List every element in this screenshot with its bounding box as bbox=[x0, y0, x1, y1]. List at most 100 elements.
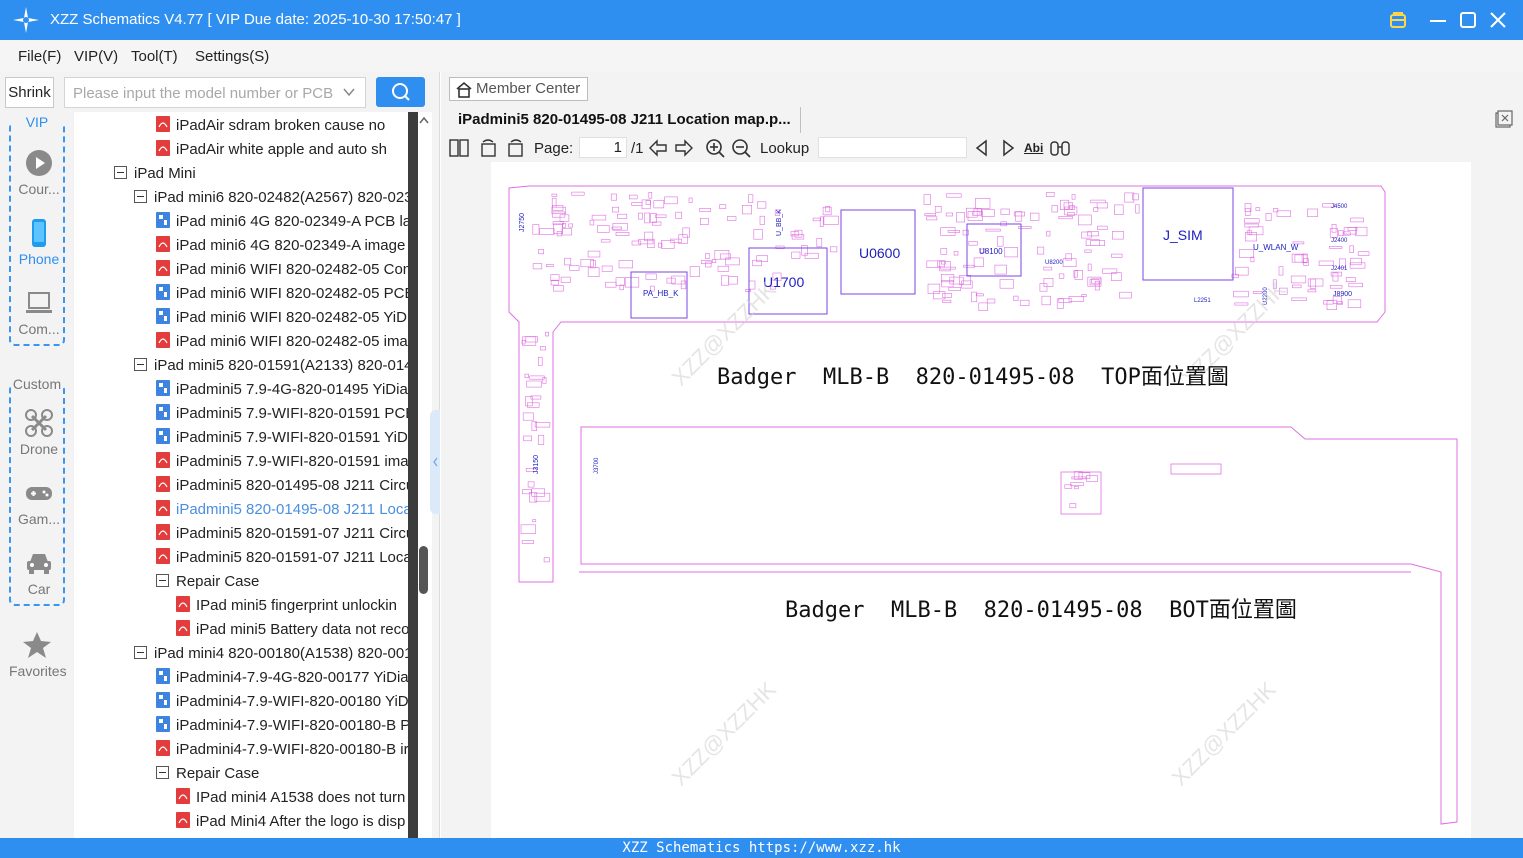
close-tab-icon[interactable] bbox=[1495, 110, 1513, 128]
tree-file-item[interactable]: iPadAir white apple and auto sh bbox=[156, 138, 387, 162]
category-phone[interactable]: Phone bbox=[11, 218, 67, 267]
category-favorites[interactable]: Favorites bbox=[9, 630, 67, 679]
search-box[interactable] bbox=[64, 77, 366, 108]
tree-file-item[interactable]: iPad mini5 Battery data not reco bbox=[176, 618, 408, 642]
scroll-thumb[interactable] bbox=[419, 546, 428, 594]
lookup-input[interactable] bbox=[818, 137, 967, 158]
tree-file-item[interactable]: iPadmini5 820-01591-07 J211 Circu bbox=[156, 522, 408, 546]
next-page-icon[interactable] bbox=[673, 138, 695, 158]
category-label: Cour... bbox=[18, 181, 60, 197]
pdf-icon bbox=[156, 260, 170, 277]
component-footprint bbox=[521, 540, 535, 544]
search-button[interactable] bbox=[376, 77, 425, 107]
component-footprint bbox=[1345, 277, 1356, 282]
zoom-in-icon[interactable] bbox=[704, 138, 726, 158]
tree-folder[interactable]: iPad Mini bbox=[114, 162, 196, 186]
document-tab[interactable]: iPadmini5 820-01495-08 J211 Location map… bbox=[449, 107, 801, 133]
label-ubbk: U_BB_K bbox=[776, 209, 783, 236]
tree-file-item[interactable]: iPadmini5 7.9-WIFI-820-01591 YiDi bbox=[156, 426, 408, 450]
find-next-icon[interactable] bbox=[997, 138, 1019, 158]
tree-file-item[interactable]: iPadmini5 7.9-WIFI-820-01591 ima bbox=[156, 450, 408, 474]
tree-folder[interactable]: Repair Case bbox=[156, 762, 259, 786]
collapse-toggle-icon[interactable] bbox=[156, 573, 169, 587]
maximize-icon[interactable] bbox=[1454, 6, 1482, 34]
tree-file-item[interactable]: iPad mini6 WIFI 820-02482-05 ima bbox=[156, 330, 408, 354]
tree-file-item[interactable]: iPadAir sdram broken cause no bbox=[156, 114, 385, 138]
tree-file-item[interactable]: iPad mini6 WIFI 820-02482-05 PCB bbox=[156, 282, 408, 306]
tree-file-item[interactable]: iPad Mini4 After the logo is disp bbox=[176, 810, 405, 834]
component-footprint bbox=[962, 229, 969, 236]
tree-file-item[interactable]: iPad mini6 4G 820-02349-A image bbox=[156, 234, 405, 258]
scroll-up-icon[interactable] bbox=[419, 116, 429, 124]
tree-file-item[interactable]: iPad mini6 WIFI 820-02482-05 Con bbox=[156, 258, 408, 282]
component-footprint bbox=[631, 240, 642, 246]
component-footprint bbox=[801, 245, 808, 256]
tree-folder[interactable]: iPad mini6 820-02482(A2567) 820-023 bbox=[134, 186, 408, 210]
category-game[interactable]: Gam... bbox=[11, 478, 67, 527]
tree-file-item[interactable]: iPadmini5 820-01495-08 J211 Circu bbox=[156, 474, 408, 498]
category-drone[interactable]: Drone bbox=[11, 408, 67, 457]
previous-page-icon[interactable] bbox=[647, 138, 669, 158]
tree-file-item[interactable]: iPadmini4-7.9-WIFI-820-00180 YiD bbox=[156, 690, 408, 714]
tree-file-item[interactable]: IPad mini5 fingerprint unlockin bbox=[176, 594, 397, 618]
search-input[interactable] bbox=[73, 83, 333, 103]
component-footprint bbox=[1036, 246, 1045, 255]
tree-item-label: iPad mini6 4G 820-02349-A PCB la bbox=[176, 213, 408, 230]
category-label: Com... bbox=[18, 321, 60, 337]
tree-folder[interactable]: Repair Case bbox=[156, 570, 259, 594]
tree-file-item[interactable]: iPadmini5 7.9-4G-820-01495 YiDia bbox=[156, 378, 408, 402]
zoom-out-icon[interactable] bbox=[730, 138, 752, 158]
two-page-view-icon[interactable] bbox=[448, 138, 470, 158]
menu-tool[interactable]: Tool(T) bbox=[131, 48, 178, 65]
close-icon[interactable] bbox=[1484, 6, 1512, 34]
pdf-icon bbox=[176, 788, 190, 805]
tree-file-item[interactable]: iPadmini5 820-01495-08 J211 Loca bbox=[156, 498, 408, 522]
collapse-toggle-icon[interactable] bbox=[156, 765, 169, 779]
tree-file-item[interactable]: iPad mini6 4G 820-02349-A PCB la bbox=[156, 210, 408, 234]
page-number-input[interactable]: 1 bbox=[579, 137, 627, 158]
tree-scrollbar[interactable] bbox=[408, 112, 432, 838]
play-circle-icon bbox=[26, 150, 52, 176]
tree-file-item[interactable]: iPadmini5 820-01591-07 J211 Loca bbox=[156, 546, 408, 570]
collapse-toggle-icon[interactable] bbox=[134, 645, 147, 659]
rotate-left-icon[interactable] bbox=[478, 138, 500, 158]
component-footprint bbox=[615, 232, 630, 237]
collapse-toggle-icon[interactable] bbox=[114, 165, 127, 179]
vip-bag-icon[interactable] bbox=[1384, 6, 1412, 34]
tree-item-label: iPad Mini bbox=[134, 165, 196, 182]
menu-file[interactable]: File(F) bbox=[18, 48, 61, 65]
component-footprint bbox=[953, 251, 959, 256]
minimize-icon[interactable] bbox=[1424, 6, 1452, 34]
category-car[interactable]: Car bbox=[11, 548, 67, 597]
tree-item-label: iPadmini5 7.9-4G-820-01495 YiDia bbox=[176, 381, 408, 398]
component-footprint bbox=[597, 225, 610, 233]
component-footprint bbox=[1046, 192, 1055, 197]
tree-file-item[interactable]: iPadmini4-7.9-WIFI-820-00180-B ir bbox=[156, 738, 408, 762]
label-j2400: J2400 bbox=[1331, 238, 1348, 244]
menu-settings[interactable]: Settings(S) bbox=[195, 48, 269, 65]
component-footprint bbox=[1074, 485, 1079, 490]
pdf-icon bbox=[156, 236, 170, 253]
tree-folder[interactable]: iPad mini4 820-00180(A1538) 820-001 bbox=[134, 642, 408, 666]
tree-file-item[interactable]: iPadmini4-7.9-4G-820-00177 YiDia bbox=[156, 666, 408, 690]
rotate-right-icon[interactable] bbox=[504, 138, 526, 158]
tree-file-item[interactable]: iPadmini4-7.9-WIFI-820-00180-B P bbox=[156, 714, 408, 738]
shrink-button[interactable]: Shrink bbox=[5, 77, 54, 108]
menu-vip[interactable]: VIP(V) bbox=[74, 48, 118, 65]
tree-folder[interactable]: iPad mini5 820-01591(A2133) 820-014 bbox=[134, 354, 408, 378]
member-center-button[interactable]: Member Center bbox=[449, 77, 588, 101]
tree-file-item[interactable]: IPad mini4 A1538 does not turn bbox=[176, 786, 405, 810]
tree-file-item[interactable]: iPadmini5 7.9-WIFI-820-01591 PCB bbox=[156, 402, 408, 426]
collapse-toggle-icon[interactable] bbox=[134, 189, 147, 203]
category-computer[interactable]: Com... bbox=[11, 288, 67, 337]
find-previous-icon[interactable] bbox=[971, 138, 993, 158]
match-case-icon[interactable]: Abi bbox=[1024, 141, 1043, 155]
laptop-icon bbox=[26, 292, 52, 313]
collapse-toggle-icon[interactable] bbox=[134, 357, 147, 371]
tree-file-item[interactable]: iPad mini6 WIFI 820-02482-05 YiDi bbox=[156, 306, 408, 330]
collapse-panel-handle[interactable] bbox=[430, 410, 440, 514]
pdf-page[interactable]: U0600 U1700 J_SIM U8100 PA_HB_K U_WLAN_W… bbox=[491, 162, 1471, 838]
chevron-down-icon[interactable] bbox=[343, 87, 355, 97]
binoculars-icon[interactable] bbox=[1049, 138, 1071, 158]
category-course[interactable]: Cour... bbox=[11, 148, 67, 197]
